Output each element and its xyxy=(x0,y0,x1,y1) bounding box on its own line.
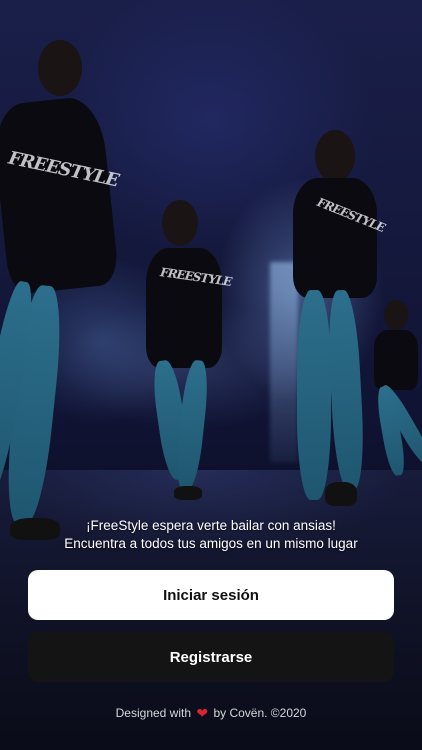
welcome-screen: FREESTYLE FREESTYLE FREESTYLE ¡FreeStyle… xyxy=(0,0,422,750)
dancer-head xyxy=(38,40,82,96)
dancer-head xyxy=(315,130,355,182)
footer-prefix: Designed with xyxy=(115,706,192,720)
dancer-torso xyxy=(374,330,418,390)
dancer-shoe xyxy=(325,482,357,506)
heart-icon: ❤ xyxy=(196,705,209,721)
dancer-torso: FREESTYLE xyxy=(146,248,232,368)
login-button[interactable]: Iniciar sesión xyxy=(28,570,394,620)
shirt-print: FREESTYLE xyxy=(314,195,387,235)
dancer-torso: FREESTYLE xyxy=(293,178,387,298)
dancer-head xyxy=(162,200,198,246)
dancer-head xyxy=(384,300,408,330)
dancer-shoe xyxy=(174,486,202,500)
dancer-torso: FREESTYLE xyxy=(0,94,121,296)
tagline: ¡FreeStyle espera verte bailar con ansia… xyxy=(0,517,422,553)
tagline-line-1: ¡FreeStyle espera verte bailar con ansia… xyxy=(86,518,336,533)
dancer-leg xyxy=(297,290,331,500)
register-button[interactable]: Registrarse xyxy=(28,632,394,682)
shirt-print: FREESTYLE xyxy=(159,265,233,289)
tagline-line-2: Encuentra a todos tus amigos en un mismo… xyxy=(64,536,358,551)
footer-suffix: by Covën. ©2020 xyxy=(213,706,307,720)
dancer-figure: FREESTYLE xyxy=(0,40,140,540)
footer-credit: Designed with ❤ by Covën. ©2020 xyxy=(0,705,422,722)
dancer-figure: FREESTYLE xyxy=(285,130,387,520)
dancer-leg xyxy=(173,359,211,491)
dancer-leg xyxy=(325,289,367,491)
dancer-figure xyxy=(372,300,422,480)
shirt-print: FREESTYLE xyxy=(6,147,121,192)
dancer-figure: FREESTYLE xyxy=(140,200,232,510)
